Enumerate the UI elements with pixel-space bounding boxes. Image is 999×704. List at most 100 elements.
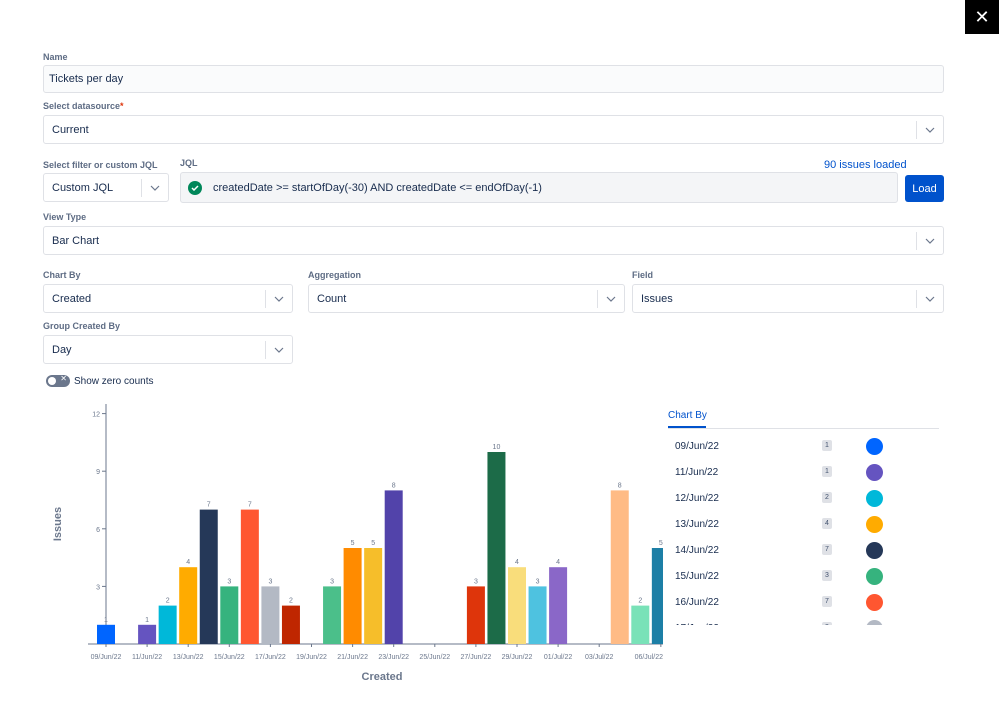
legend-color-swatch [866,516,883,533]
legend-item-date: 15/Jun/22 [675,571,719,582]
bar-value-label: 4 [515,559,519,566]
legend-item[interactable]: 15/Jun/22 3 [668,564,939,590]
bar-value-label: 2 [638,598,642,605]
required-marker: * [120,101,124,111]
bar [179,567,198,644]
close-button[interactable]: ✕ [965,0,999,34]
datasource-value: Current [52,123,89,136]
bar-value-label: 8 [392,482,396,489]
bar [343,548,362,644]
bar [364,548,383,644]
chevron-down-icon [917,296,943,302]
show-zero-counts-toggle[interactable]: ✕ [46,374,70,387]
chevron-down-icon [917,238,943,244]
jql-value: createdDate >= startOfDay(-30) AND creat… [213,181,542,194]
name-input[interactable]: Tickets per day [43,65,944,93]
legend-color-swatch [866,438,883,455]
legend-item-date: 17/Jun/22 [675,623,719,625]
filter-value: Custom JQL [52,181,114,194]
name-input-value: Tickets per day [49,73,124,85]
jql-input[interactable]: createdDate >= startOfDay(-30) AND creat… [180,172,898,203]
x-tick-label: 25/Jun/22 [419,654,450,661]
aggregation-value: Count [317,292,347,305]
group-by-select[interactable]: Day [43,335,293,364]
legend-item[interactable]: 14/Jun/22 7 [668,538,939,564]
view-type-label: View Type [43,212,87,222]
aggregation-select[interactable]: Count [308,284,625,313]
bar-value-label: 1 [145,617,149,624]
legend-item[interactable]: 16/Jun/22 7 [668,590,939,616]
legend-item-count: 1 [822,440,832,451]
bar [549,567,568,644]
x-tick-label: 09/Jun/22 [91,654,122,661]
legend-item[interactable]: 12/Jun/22 2 [668,486,939,512]
legend-item-date: 11/Jun/22 [675,467,719,478]
chevron-down-icon [266,347,292,353]
legend-item-date: 16/Jun/22 [675,597,719,608]
bar [323,586,342,644]
chevron-down-icon [598,296,624,302]
legend-item-date: 13/Jun/22 [675,519,719,530]
legend-item-count: 2 [822,492,832,503]
y-axis-title: Issues [52,507,64,541]
name-label: Name [43,52,68,62]
bar [487,452,506,644]
y-tick-label: 6 [96,527,100,534]
legend-divider [668,428,939,429]
legend-color-swatch [866,620,883,625]
y-tick-label: 3 [96,584,100,591]
y-tick-label: 12 [92,412,100,419]
bar [651,548,663,644]
x-tick-label: 27/Jun/22 [461,654,492,661]
x-tick-label: 21/Jun/22 [337,654,368,661]
x-tick-label: 17/Jun/22 [255,654,286,661]
legend-item[interactable]: 11/Jun/22 1 [668,460,939,486]
bar-value-label: 1 [104,617,108,624]
chart-by-value: Created [52,292,92,305]
legend-list[interactable]: 09/Jun/22 1 11/Jun/22 1 12/Jun/22 2 13/Jun/22 4… [668,434,939,625]
legend-item[interactable]: 13/Jun/22 4 [668,512,939,538]
filter-select[interactable]: Custom JQL [43,173,169,202]
x-axis-title: Created [362,671,403,683]
legend-item-count: 7 [822,544,832,555]
x-tick-label: 01/Jul/22 [544,654,573,661]
bar [508,567,526,644]
x-tick-label: 13/Jun/22 [173,654,204,661]
x-tick-label: 19/Jun/22 [296,654,327,661]
bar-value-label: 7 [207,502,211,509]
toggle-knob [48,377,56,385]
bar-value-label: 5 [371,540,375,547]
datasource-select[interactable]: Current [43,115,944,144]
legend-color-swatch [866,464,883,481]
x-tick-label: 23/Jun/22 [378,654,409,661]
bar [158,605,177,644]
legend-color-swatch [866,490,883,507]
field-select[interactable]: Issues [632,284,944,313]
legend-color-swatch [866,594,883,611]
bar-value-label: 3 [268,578,272,585]
chevron-down-icon [917,127,943,133]
view-type-value: Bar Chart [52,234,100,247]
bar-value-label: 2 [289,598,293,605]
chart-by-select[interactable]: Created [43,284,293,313]
bar-value-label: 3 [474,578,478,585]
chart-by-label: Chart By [43,270,81,280]
view-type-select[interactable]: Bar Chart [43,226,944,255]
legend-item-count: 3 [822,570,832,581]
chevron-down-icon [266,296,292,302]
bar [528,586,547,644]
issues-loaded-link[interactable]: 90 issues loaded [824,159,907,171]
legend-item[interactable]: 17/Jun/22 3 [668,616,939,625]
legend-item-count: 3 [822,622,832,625]
bar [138,624,157,644]
bar-value-label: 3 [330,578,334,585]
load-button[interactable]: Load [905,175,944,202]
group-by-label: Group Created By [43,321,121,331]
filter-label: Select filter or custom JQL [43,160,158,170]
bar-value-label: 4 [556,559,560,566]
legend-tab-chart-by[interactable]: Chart By [668,410,707,421]
bar [199,509,218,644]
legend-item-count: 7 [822,596,832,607]
legend-item[interactable]: 09/Jun/22 1 [668,434,939,460]
bar-chart: 3 6 9 12 1 1 2 4 7 3 7 3 2 3 5 5 8 3 10 4 3 4 8 2 5 09/Jun/22 11/J… [40,400,663,700]
